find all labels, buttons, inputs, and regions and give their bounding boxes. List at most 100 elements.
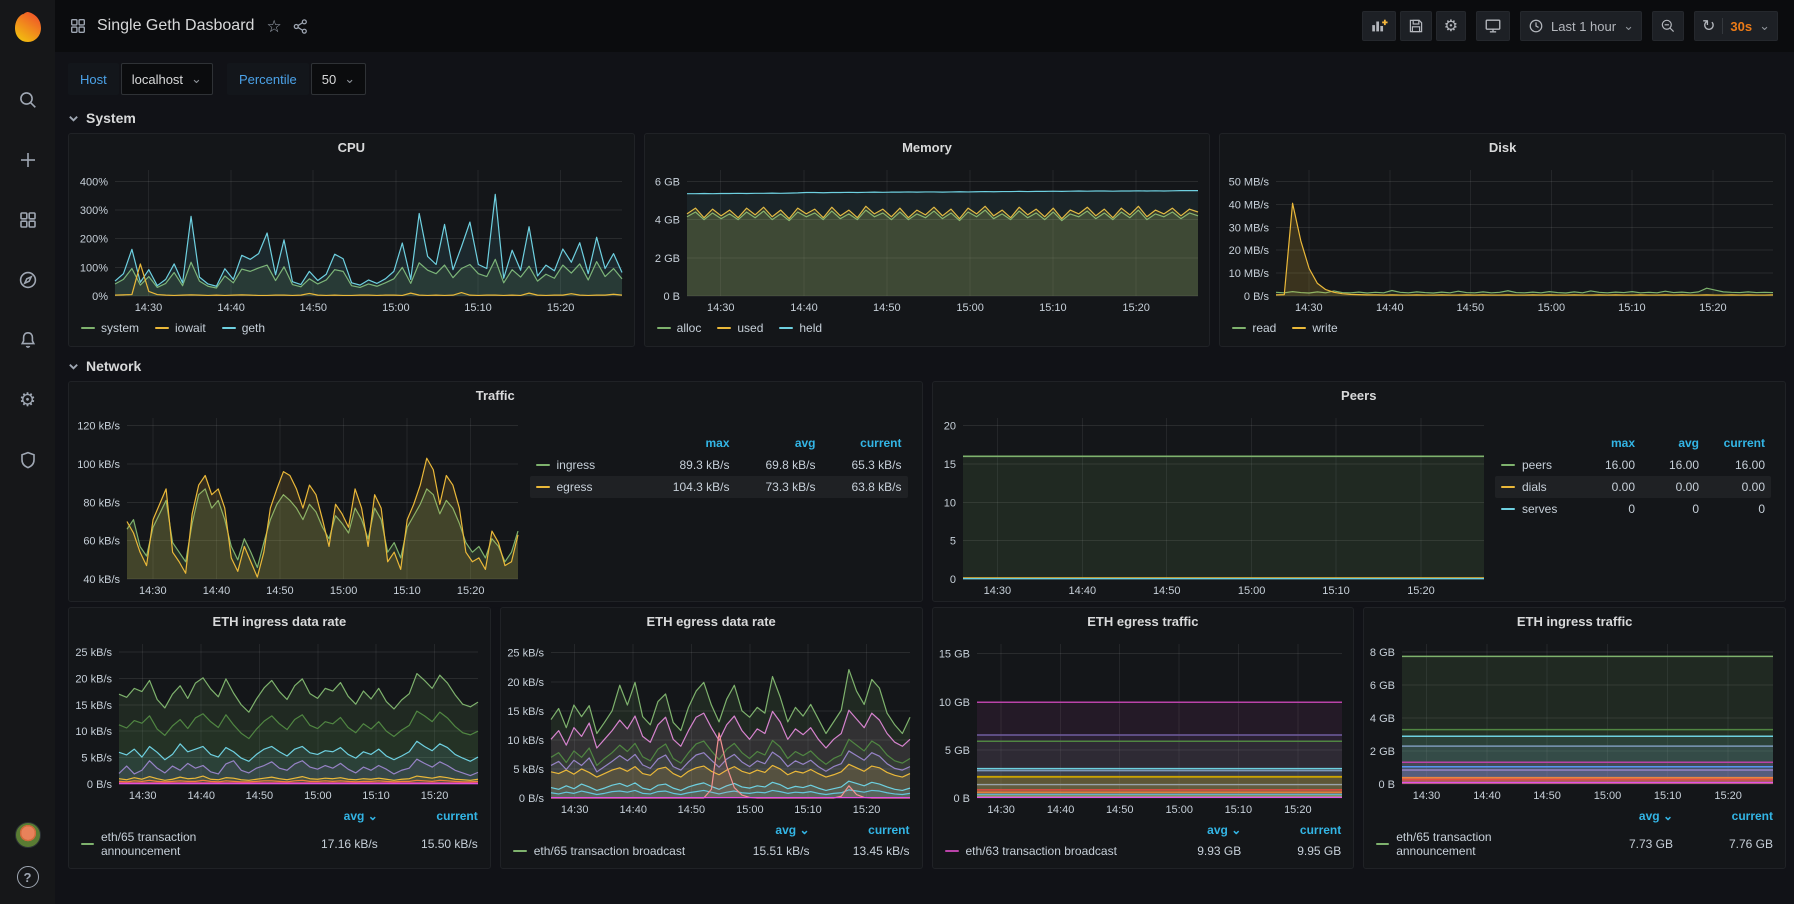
collapse-chevron-icon [68,113,79,124]
svg-text:0: 0 [949,574,955,586]
panel-traffic: Traffic 40 kB/s60 kB/s80 kB/s100 kB/s120… [68,381,923,602]
top-navbar: Single Geth Dasboard ☆ ⚙ [55,0,1794,52]
svg-text:14:40: 14:40 [203,585,231,597]
explore-compass-icon[interactable] [17,269,39,291]
zoom-out-button[interactable] [1652,11,1684,41]
alerting-bell-icon[interactable] [17,329,39,351]
time-range-picker[interactable]: Last 1 hour ⌄ [1520,11,1642,41]
legend-item[interactable]: geth [222,321,265,335]
disk-chart[interactable]: 0 B/s10 MB/s20 MB/s30 MB/s40 MB/s50 MB/s… [1220,162,1785,318]
legend-header-row: avg ⌄ current [945,820,1342,844]
panel-memory: Memory 0 B2 GB4 GB6 GB14:3014:4014:5015:… [644,133,1211,347]
svg-text:14:50: 14:50 [299,302,327,314]
navbar-right: ⚙ Last 1 hour ⌄ ↻ 30s ⌄ [1362,11,1778,41]
row-header-system[interactable]: System [68,103,1786,133]
panel-peers: Peers 0510152014:3014:4014:5015:0015:101… [932,381,1787,602]
svg-text:14:40: 14:40 [1046,804,1074,816]
legend-item[interactable]: read [1232,321,1276,335]
star-icon[interactable]: ☆ [266,18,281,35]
legend-item[interactable]: held [779,321,822,335]
user-avatar[interactable] [15,822,41,848]
svg-text:15:00: 15:00 [1594,790,1622,802]
svg-text:14:40: 14:40 [1473,790,1501,802]
cpu-legend: system iowait geth [69,318,634,346]
chevron-down-icon: ⌄ [344,75,355,83]
legend-item[interactable]: write [1292,321,1337,335]
svg-text:0 B/s: 0 B/s [87,779,113,791]
svg-text:15:10: 15:10 [1322,585,1350,597]
dashboards-icon[interactable] [17,209,39,231]
cpu-chart[interactable]: 0%100%200%300%400%14:3014:4014:5015:0015… [69,162,634,318]
panel-title[interactable]: Peers [933,382,1786,410]
traffic-chart[interactable]: 40 kB/s60 kB/s80 kB/s100 kB/s120 kB/s14:… [69,410,530,601]
percentile-variable-select[interactable]: 50 ⌄ [311,63,366,95]
apps-grid-icon[interactable] [69,17,87,35]
svg-text:15:20: 15:20 [853,804,881,816]
svg-text:14:30: 14:30 [1413,790,1441,802]
eth-ingress-traffic-chart[interactable]: 0 B2 GB4 GB6 GB8 GB14:3014:4014:5015:001… [1364,636,1785,806]
legend-item[interactable]: system [81,321,139,335]
panel-title[interactable]: Traffic [69,382,922,410]
svg-text:15:10: 15:10 [1618,302,1646,314]
svg-text:50 MB/s: 50 MB/s [1229,176,1270,188]
search-icon[interactable] [17,89,39,111]
panel-disk: Disk 0 B/s10 MB/s20 MB/s30 MB/s40 MB/s50… [1219,133,1786,347]
peers-chart[interactable]: 0510152014:3014:4014:5015:0015:1015:20 [933,410,1496,601]
grafana-logo[interactable] [11,10,45,44]
legend-row: eth/63 transaction broadcast 9.93 GB 9.9… [945,844,1342,858]
legend-item[interactable]: alloc [657,321,702,335]
chevron-down-icon: ⌄ [799,823,809,837]
svg-text:14:40: 14:40 [619,804,647,816]
svg-text:10 kB/s: 10 kB/s [507,735,544,747]
panel-title[interactable]: ETH egress traffic [933,608,1354,636]
legend-row-serves: serves 0 0 0 [1495,498,1771,520]
svg-text:14:50: 14:50 [1105,804,1133,816]
share-icon[interactable] [292,18,309,35]
memory-chart[interactable]: 0 B2 GB4 GB6 GB14:3014:4014:5015:0015:10… [645,162,1210,318]
panel-title[interactable]: Disk [1220,134,1785,162]
legend-header-row: max avg current [1495,432,1771,454]
server-admin-shield-icon[interactable] [17,449,39,471]
legend-header-row: max avg current [530,432,908,454]
save-dashboard-button[interactable] [1400,11,1432,41]
configuration-gear-icon[interactable]: ⚙ [17,389,39,411]
cycle-view-mode-button[interactable] [1476,11,1510,41]
svg-text:0 B: 0 B [663,291,680,303]
row-header-network[interactable]: Network [68,351,1786,381]
svg-text:10 kB/s: 10 kB/s [75,726,112,738]
network-row: Traffic 40 kB/s60 kB/s80 kB/s100 kB/s120… [68,381,1786,602]
svg-text:14:40: 14:40 [187,790,215,802]
eth-egress-traffic-chart[interactable]: 0 B5 GB10 GB15 GB14:3014:4014:5015:0015:… [933,636,1354,820]
eth-ingress-rate-chart[interactable]: 0 B/s5 kB/s10 kB/s15 kB/s20 kB/s25 kB/s1… [69,636,490,806]
add-panel-button[interactable] [1362,11,1396,41]
dashboard-settings-button[interactable]: ⚙ [1436,11,1466,41]
svg-text:15:00: 15:00 [956,302,984,314]
legend-row-dials: dials 0.00 0.00 0.00 [1495,476,1771,498]
panel-tools-group: ⚙ [1362,11,1466,41]
panel-title[interactable]: ETH egress data rate [501,608,922,636]
traffic-legend-table: max avg current ingress 89.3 kB/s 69.8 k… [530,410,922,601]
svg-text:80 kB/s: 80 kB/s [83,497,120,509]
svg-text:15:10: 15:10 [1654,790,1682,802]
legend-item[interactable]: iowait [155,321,206,335]
svg-text:15 kB/s: 15 kB/s [507,706,544,718]
panel-eth-ingress-traffic: ETH ingress traffic 0 B2 GB4 GB6 GB8 GB1… [1363,607,1786,869]
percentile-variable: Percentile 50 ⌄ [227,63,366,95]
eth-egress-rate-chart[interactable]: 0 B/s5 kB/s10 kB/s15 kB/s20 kB/s25 kB/s1… [501,636,922,820]
panel-title[interactable]: ETH ingress data rate [69,608,490,636]
svg-text:14:50: 14:50 [1457,302,1485,314]
dashboard-title[interactable]: Single Geth Dasboard [97,17,254,35]
help-icon[interactable]: ? [17,866,39,888]
legend-item[interactable]: used [717,321,763,335]
create-plus-icon[interactable] [17,149,39,171]
host-variable: Host localhost ⌄ [68,63,213,95]
panel-title[interactable]: CPU [69,134,634,162]
host-variable-select[interactable]: localhost ⌄ [121,63,213,95]
svg-text:6 GB: 6 GB [1370,680,1395,692]
host-variable-label[interactable]: Host [68,63,119,95]
panel-title[interactable]: Memory [645,134,1210,162]
svg-text:14:30: 14:30 [139,585,167,597]
panel-title[interactable]: ETH ingress traffic [1364,608,1785,636]
refresh-button[interactable]: ↻ 30s ⌄ [1694,11,1778,41]
percentile-variable-label[interactable]: Percentile [227,63,309,95]
